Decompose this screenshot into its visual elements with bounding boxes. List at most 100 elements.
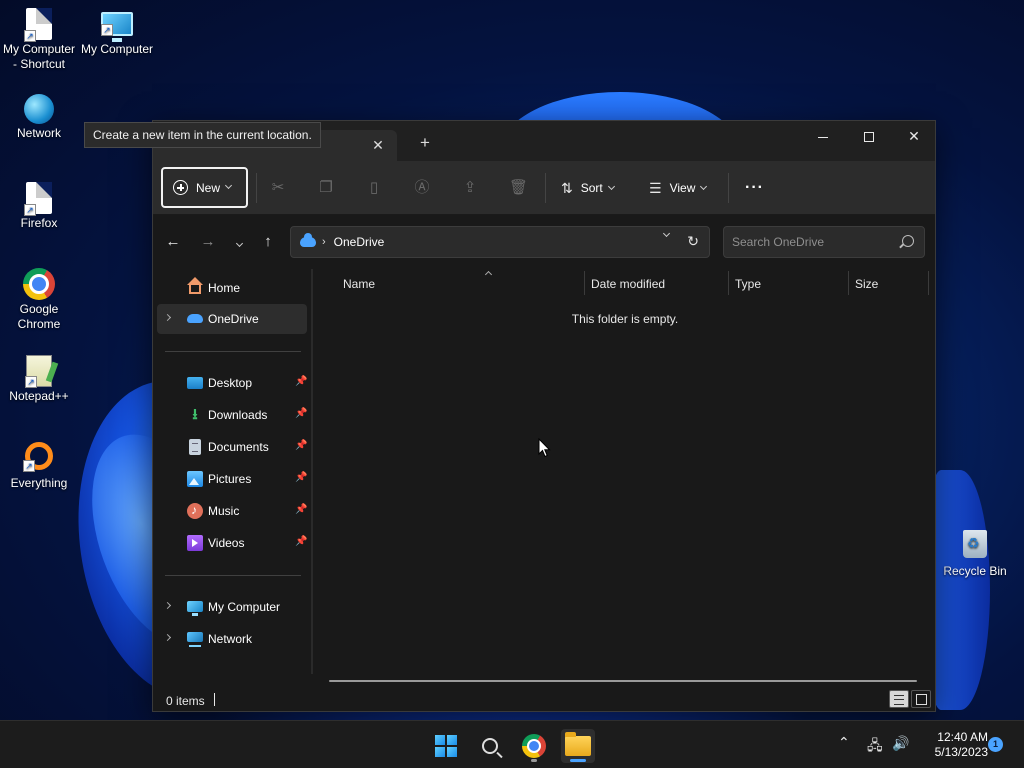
sidebar-item-downloads[interactable]: ⭳ Downloads 📌: [157, 400, 307, 430]
chevron-right-icon[interactable]: [163, 313, 172, 322]
up-button[interactable]: ↑: [258, 232, 278, 252]
show-hidden-icons-button[interactable]: ⌃: [838, 734, 850, 751]
maximize-button[interactable]: [846, 121, 892, 153]
sidebar-item-label: Home: [208, 281, 241, 295]
sidebar-item-home[interactable]: Home: [157, 273, 307, 303]
clock-date: 5/13/2023: [934, 745, 988, 759]
rename-icon[interactable]: Ⓐ: [413, 179, 431, 197]
wallpaper-petal: [930, 470, 990, 710]
sidebar-item-label: Documents: [208, 440, 269, 454]
column-header-name[interactable]: Name: [343, 270, 583, 295]
taskbar-chrome-button[interactable]: [517, 729, 551, 763]
desktop-icon-network[interactable]: Network: [0, 94, 78, 141]
close-icon: ✕: [908, 128, 920, 144]
search-icon[interactable]: [902, 235, 914, 247]
network-status-icon[interactable]: 🖧: [867, 735, 883, 759]
column-header-type[interactable]: Type: [735, 273, 847, 295]
search-input[interactable]: [724, 227, 894, 257]
desktop-icon-my-computer-shortcut[interactable]: ↗ My Computer - Shortcut: [0, 8, 78, 72]
desktop-icon-label: Notepad++: [9, 389, 69, 403]
paste-icon[interactable]: ▯: [365, 179, 383, 197]
chevron-right-icon[interactable]: [163, 601, 172, 610]
clock[interactable]: 12:40 AM 5/13/2023: [918, 730, 988, 760]
chevron-down-icon[interactable]: [662, 229, 671, 238]
sidebar-item-network[interactable]: Network: [157, 624, 307, 654]
column-header-date-modified[interactable]: Date modified: [591, 273, 727, 295]
view-button[interactable]: ☰ View: [649, 175, 708, 201]
music-icon: [187, 503, 203, 519]
shortcut-arrow-icon: ↗: [24, 204, 36, 216]
documents-icon: [189, 439, 201, 455]
shortcut-arrow-icon: ↗: [101, 24, 113, 36]
new-button-tooltip: Create a new item in the current locatio…: [84, 122, 321, 148]
taskbar-file-explorer-button[interactable]: [561, 729, 595, 763]
delete-icon[interactable]: 🗑: [509, 179, 528, 197]
horizontal-scrollbar[interactable]: [329, 680, 917, 682]
large-icons-view-icon[interactable]: [911, 690, 931, 708]
item-count: 0 items: [166, 694, 205, 708]
refresh-icon[interactable]: ↻: [687, 233, 699, 250]
desktop-icon-label: Network: [16, 126, 61, 140]
desktop-icon-recycle-bin[interactable]: Recycle Bin: [936, 530, 1014, 579]
back-button[interactable]: ←: [163, 232, 183, 252]
sidebar-item-label: Videos: [208, 536, 245, 550]
sidebar-item-label: OneDrive: [208, 312, 259, 326]
forward-button[interactable]: →: [198, 232, 218, 252]
details-view-icon[interactable]: [889, 690, 909, 708]
desktop-icon-notepad-plus-plus[interactable]: ↗ Notepad++: [0, 355, 78, 404]
sidebar-item-label: Music: [208, 504, 240, 518]
share-icon[interactable]: ⇪: [461, 179, 479, 197]
desktop-icon-my-computer[interactable]: ↗ My Computer: [78, 8, 156, 57]
sidebar-item-onedrive[interactable]: OneDrive: [157, 304, 307, 334]
sidebar-item-music[interactable]: Music 📌: [157, 496, 307, 526]
file-explorer-window: ✕ + ✕ New ✂ ❐ ▯ Ⓐ ⇪ 🗑 ⇅ Sort ☰ View ··· …: [152, 120, 936, 712]
sidebar-item-videos[interactable]: Videos 📌: [157, 528, 307, 558]
close-window-button[interactable]: ✕: [891, 121, 937, 153]
running-indicator: [531, 759, 537, 762]
column-divider[interactable]: [848, 271, 849, 295]
volume-icon[interactable]: 🔊: [892, 735, 909, 752]
cut-icon[interactable]: ✂: [269, 179, 287, 197]
minimize-button[interactable]: [800, 121, 846, 153]
pin-icon: 📌: [295, 536, 308, 547]
column-divider[interactable]: [584, 271, 585, 295]
shortcut-arrow-icon: ↗: [25, 376, 37, 388]
more-options-button[interactable]: ···: [745, 175, 764, 201]
taskbar-search-button[interactable]: [473, 729, 507, 763]
sidebar-item-my-computer[interactable]: My Computer: [157, 592, 307, 622]
downloads-icon: ⭳: [192, 406, 198, 423]
copy-icon[interactable]: ❐: [317, 179, 335, 197]
column-divider[interactable]: [928, 271, 929, 295]
sort-button[interactable]: ⇅ Sort: [561, 175, 615, 201]
desktop-icon-firefox[interactable]: ↗ Firefox: [0, 182, 78, 231]
new-tab-button[interactable]: +: [415, 133, 435, 153]
chevron-right-icon[interactable]: [163, 633, 172, 642]
sidebar-item-documents[interactable]: Documents 📌: [157, 432, 307, 462]
search-icon: [482, 738, 498, 754]
sidebar-scrollbar[interactable]: [311, 269, 313, 674]
everything-search-icon: ↗: [23, 442, 53, 472]
toolbar-divider: [256, 173, 257, 203]
column-divider[interactable]: [728, 271, 729, 295]
navigation-pane: Home OneDrive Desktop 📌 ⭳ Downloads 📌 Do…: [153, 269, 311, 674]
shortcut-arrow-icon: ↗: [24, 30, 36, 42]
shortcut-arrow-icon: ↗: [23, 460, 35, 472]
address-bar[interactable]: › OneDrive ↻: [290, 226, 710, 258]
breadcrumb-onedrive[interactable]: OneDrive: [334, 235, 385, 249]
desktop-icon-everything[interactable]: ↗ Everything: [0, 442, 78, 491]
chevron-down-icon: [700, 182, 708, 190]
desktop-icon-google-chrome[interactable]: Google Chrome: [0, 268, 78, 332]
sort-ascending-icon: [484, 270, 493, 279]
new-item-button[interactable]: New: [161, 167, 248, 208]
computer-icon: [187, 601, 203, 616]
start-button[interactable]: [429, 729, 463, 763]
recent-locations-button[interactable]: [229, 232, 249, 252]
sidebar-item-pictures[interactable]: Pictures 📌: [157, 464, 307, 494]
search-box[interactable]: [723, 226, 925, 258]
sidebar-item-desktop[interactable]: Desktop 📌: [157, 368, 307, 398]
column-header-size[interactable]: Size: [855, 273, 925, 295]
sidebar-item-label: My Computer: [208, 600, 281, 614]
toolbar-divider: [545, 173, 546, 203]
notification-badge[interactable]: 1: [988, 737, 1003, 752]
close-tab-icon[interactable]: ✕: [369, 136, 387, 154]
